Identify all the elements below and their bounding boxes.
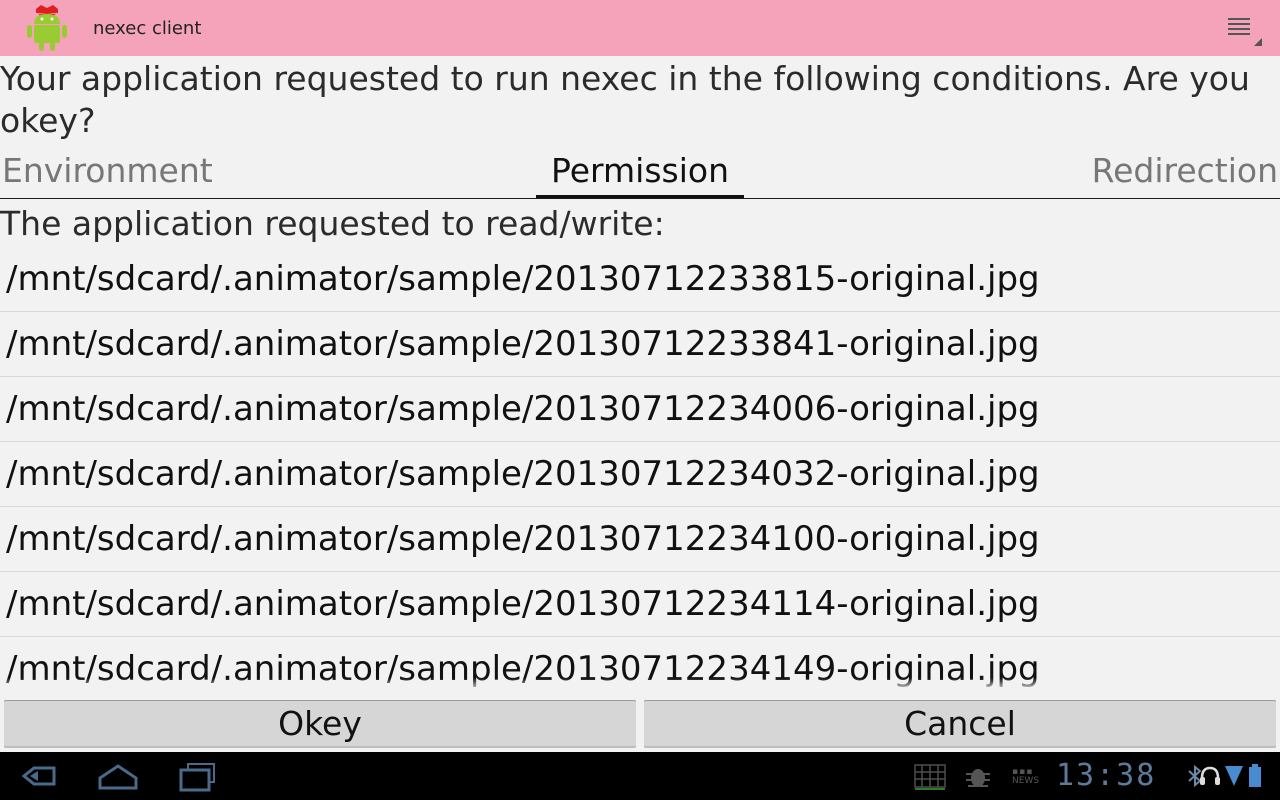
file-list[interactable]: /mnt/sdcard/.animator/sample/20130712233…	[0, 247, 1280, 689]
tab-permission[interactable]: Permission	[536, 148, 744, 198]
usb-debugging-icon	[966, 769, 990, 787]
tab-environment[interactable]: Environment	[2, 148, 213, 196]
wifi-icon	[1225, 766, 1243, 786]
tab-redirection[interactable]: Redirection	[1092, 148, 1278, 196]
android-robot-icon[interactable]	[24, 4, 70, 52]
system-bar: ▪▪▪ NEWS 13:38	[0, 752, 1280, 800]
app-title: nexec client	[93, 18, 202, 39]
clock: 13:38	[1056, 758, 1157, 793]
news-label: NEWS	[1012, 776, 1040, 786]
back-icon[interactable]	[16, 758, 60, 794]
recent-apps-icon[interactable]	[176, 758, 220, 794]
scroll-fade	[0, 678, 1280, 690]
battery-icon	[1249, 764, 1261, 787]
section-heading: The application requested to read/write:	[0, 204, 665, 243]
permission-prompt: Your application requested to run nexec …	[0, 59, 1250, 140]
tab-bar: Environment Permission Redirection	[0, 148, 1280, 199]
list-item[interactable]: /mnt/sdcard/.animator/sample/20130712234…	[0, 377, 1280, 442]
headset-icon	[1200, 766, 1220, 785]
list-item[interactable]: /mnt/sdcard/.animator/sample/20130712233…	[0, 312, 1280, 377]
cancel-button[interactable]: Cancel	[644, 700, 1276, 748]
keyboard-icon[interactable]	[914, 764, 946, 790]
list-item[interactable]: /mnt/sdcard/.animator/sample/20130712233…	[0, 247, 1280, 312]
bbc-news-icon: ▪▪▪ NEWS	[1012, 768, 1042, 786]
list-item[interactable]: /mnt/sdcard/.animator/sample/20130712234…	[0, 572, 1280, 637]
action-bar: nexec client	[0, 0, 1280, 56]
list-item[interactable]: /mnt/sdcard/.animator/sample/20130712234…	[0, 442, 1280, 507]
home-icon[interactable]	[94, 758, 142, 794]
overflow-menu-icon[interactable]	[1222, 10, 1266, 48]
list-item[interactable]: /mnt/sdcard/.animator/sample/20130712234…	[0, 507, 1280, 572]
okey-button[interactable]: Okey	[4, 700, 636, 748]
